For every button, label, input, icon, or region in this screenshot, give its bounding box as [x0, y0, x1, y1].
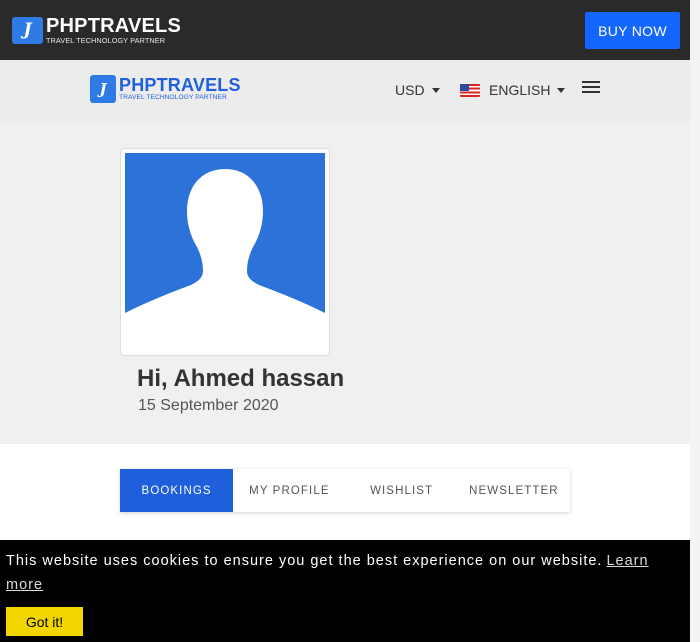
- hamburger-menu-icon[interactable]: [582, 81, 600, 93]
- caret-down-icon: [557, 87, 566, 93]
- buy-now-button[interactable]: BUY NOW: [585, 12, 680, 49]
- cookie-banner: This website uses cookies to ensure you …: [0, 540, 690, 642]
- navbar-logo[interactable]: J PHPTRAVELS TRAVEL TECHNOLOGY PARTNER: [90, 75, 241, 103]
- page-scrollbar[interactable]: [690, 0, 700, 642]
- profile-date: 15 September 2020: [138, 397, 279, 414]
- brand-logo[interactable]: J PHPTRAVELS TRAVEL TECHNOLOGY PARTNER: [12, 16, 181, 44]
- logo-name: PHPTRAVELS: [46, 15, 181, 37]
- user-greeting: Hi, Ahmed hassan: [137, 365, 345, 392]
- tab-bookings[interactable]: BOOKINGS: [120, 469, 234, 512]
- logo-tagline: TRAVEL TECHNOLOGY PARTNER: [46, 36, 166, 45]
- logo-name: PHPTRAVELS: [119, 75, 241, 96]
- language-dropdown[interactable]: ENGLISH: [460, 82, 566, 98]
- us-flag-icon: [460, 83, 480, 97]
- user-avatar-icon: [125, 153, 325, 318]
- currency-dropdown[interactable]: USD: [395, 82, 440, 98]
- cookie-text: This website uses cookies to ensure you …: [6, 553, 603, 569]
- currency-label: USD: [395, 82, 425, 98]
- logo-mark-icon: J: [12, 16, 43, 44]
- top-bar: J PHPTRAVELS TRAVEL TECHNOLOGY PARTNER B…: [0, 0, 690, 60]
- language-label: ENGLISH: [489, 82, 551, 98]
- logo-tagline: TRAVEL TECHNOLOGY PARTNER: [119, 94, 227, 102]
- cookie-accept-button[interactable]: Got it!: [6, 607, 83, 636]
- account-tabs: BOOKINGS MY PROFILE WISHLIST NEWSLETTER: [120, 469, 570, 512]
- tab-newsletter[interactable]: NEWSLETTER: [458, 469, 570, 512]
- logo-mark-icon: J: [90, 75, 116, 103]
- caret-down-icon: [431, 87, 440, 93]
- profile-header: Hi, Ahmed hassan 15 September 2020: [0, 122, 690, 444]
- main-navbar: J PHPTRAVELS TRAVEL TECHNOLOGY PARTNER U…: [0, 60, 690, 122]
- avatar: [120, 148, 330, 356]
- cookie-message: This website uses cookies to ensure you …: [6, 549, 676, 597]
- tab-wishlist[interactable]: WISHLIST: [346, 469, 458, 512]
- tab-my-profile[interactable]: MY PROFILE: [233, 469, 345, 512]
